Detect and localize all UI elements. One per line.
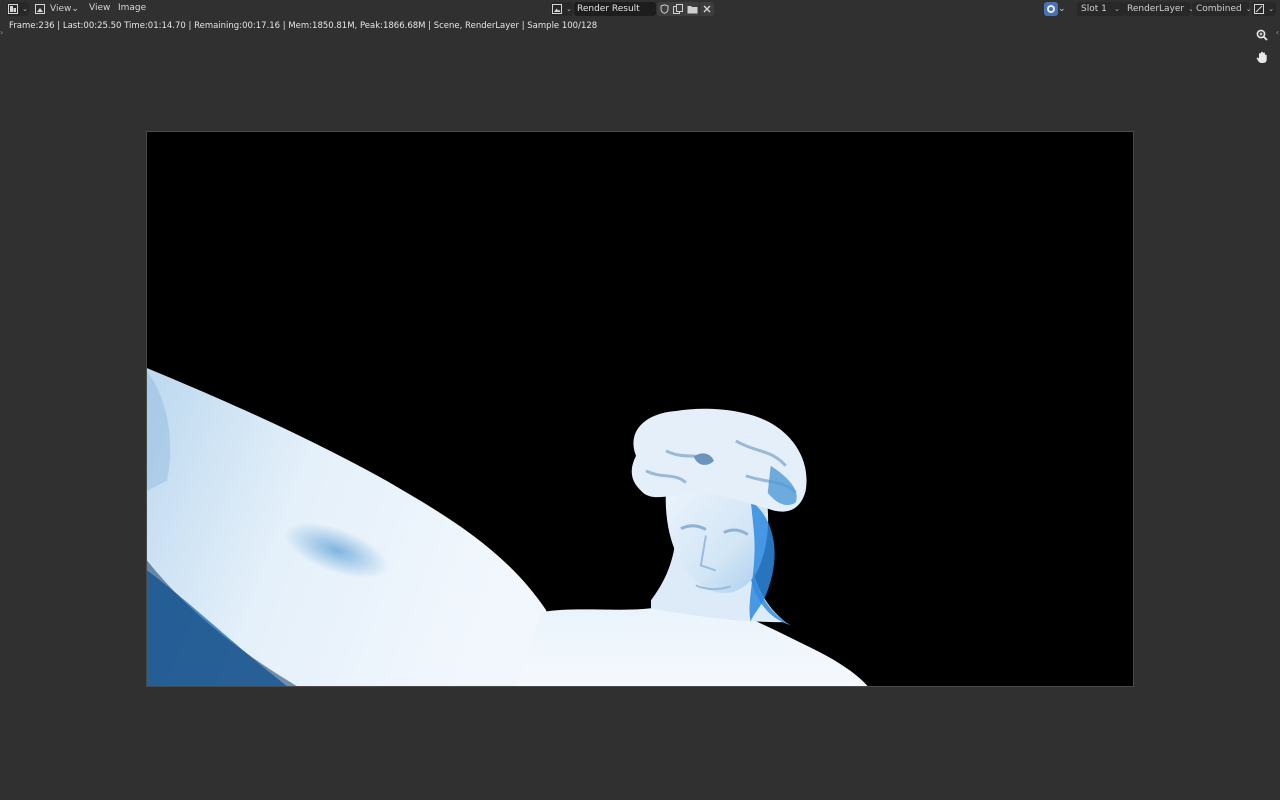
toolbar-expand-arrow[interactable]: › [0,28,3,37]
color-channels-icon [1044,2,1058,16]
editor-header: ⌄ View ⌄ View Image ⌄ Render Result ⌄ Sl… [0,0,1280,18]
render-layer-selector[interactable]: RenderLayer ⌄ [1123,2,1194,16]
render-result-image [147,368,868,686]
render-status-text: Frame:236 | Last:00:25.50 Time:01:14.70 … [9,21,598,31]
slot-label: Slot 1 [1081,4,1107,14]
chevron-down-icon: ⌄ [566,5,572,13]
render-pass-selector[interactable]: Combined ⌄ [1192,2,1252,16]
sidebar-toggle-selector[interactable]: ⌄ [1252,2,1276,16]
image-name-field[interactable]: Render Result [574,2,656,16]
close-icon [703,5,711,13]
chevron-down-icon: ⌄ [22,5,28,13]
menu-image[interactable]: Image [118,3,146,13]
display-channels-selector[interactable]: ⌄ [1044,2,1074,16]
render-canvas[interactable] [146,131,1134,687]
image-editor-icon [8,4,19,14]
image-browse-button[interactable]: ⌄ [551,2,573,16]
folder-icon [687,5,697,13]
sidebar-icon [1254,4,1265,14]
chevron-down-icon: ⌄ [1245,5,1252,13]
duplicate-icon [673,4,683,14]
image-icon [552,4,563,14]
chevron-down-icon: ⌄ [1114,5,1120,13]
zoom-icon [1256,29,1268,41]
fake-user-button[interactable] [657,2,671,16]
new-image-button[interactable] [671,2,685,16]
mode-selector[interactable]: View ⌄ [34,2,80,16]
pan-gizmo[interactable] [1254,49,1270,65]
menu-view[interactable]: View [89,3,110,13]
hand-icon [1256,51,1267,63]
mode-label: View [50,4,72,14]
sidebar-expand-arrow[interactable]: ‹ [1276,28,1279,37]
open-image-button[interactable] [685,2,699,16]
chevron-down-icon: ⌄ [1268,5,1274,13]
editor-type-selector[interactable]: ⌄ [7,2,29,16]
render-layer-label: RenderLayer [1127,4,1185,14]
chevron-down-icon: ⌄ [1058,4,1066,14]
unlink-image-button[interactable] [700,2,714,16]
zoom-gizmo[interactable] [1254,27,1270,43]
shield-icon [660,4,668,14]
slot-selector[interactable]: Slot 1 ⌄ [1077,2,1124,16]
render-pass-label: Combined [1196,4,1242,14]
view-mode-icon [35,4,45,14]
chevron-down-icon: ⌄ [71,4,79,14]
